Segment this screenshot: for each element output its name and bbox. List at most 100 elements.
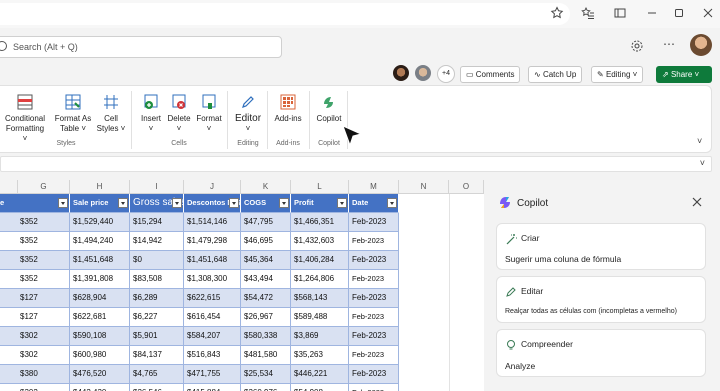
minimize-icon[interactable]	[644, 6, 660, 22]
table-cell[interactable]: $127	[0, 289, 70, 308]
close-icon[interactable]	[700, 6, 716, 22]
comments-button[interactable]: ▭ Comments	[460, 66, 521, 83]
table-cell[interactable]: $568,143	[291, 289, 349, 308]
table-cell[interactable]: $1,494,240	[70, 232, 130, 251]
table-cell[interactable]: $590,108	[70, 327, 130, 346]
table-header-cell[interactable]: Descontos M Sales	[184, 194, 241, 213]
address-bar[interactable]	[0, 3, 570, 25]
table-cell[interactable]: $46,695	[241, 232, 291, 251]
table-cell[interactable]: $1,406,284	[291, 251, 349, 270]
filter-dropdown-icon[interactable]	[118, 198, 128, 208]
insert-cells-button[interactable]: Insert ˅	[137, 94, 165, 134]
table-cell[interactable]: $4,765	[130, 365, 184, 384]
table-cell[interactable]: $26,546	[130, 384, 184, 391]
filter-dropdown-icon[interactable]	[279, 198, 289, 208]
table-cell[interactable]: $0	[130, 251, 184, 270]
formula-bar[interactable]: ˅	[0, 156, 712, 172]
collaborator-avatar[interactable]	[393, 65, 409, 81]
column-header[interactable]: M	[349, 180, 399, 194]
table-cell[interactable]: $622,615	[184, 289, 241, 308]
copilot-ribbon-button[interactable]: Copilot	[313, 94, 345, 124]
table-cell[interactable]: $26,967	[241, 308, 291, 327]
table-cell[interactable]: $54,472	[241, 289, 291, 308]
format-as-table-button[interactable]: Format As Table ˅	[53, 94, 93, 134]
table-cell[interactable]: $352	[0, 213, 70, 232]
table-cell[interactable]: $47,795	[241, 213, 291, 232]
close-pane-icon[interactable]	[691, 195, 703, 207]
table-cell[interactable]: $516,843	[184, 346, 241, 365]
user-avatar[interactable]	[690, 34, 712, 56]
table-cell[interactable]: $616,454	[184, 308, 241, 327]
table-cell[interactable]: Feb-2023	[349, 308, 399, 327]
table-cell[interactable]: $45,364	[241, 251, 291, 270]
column-header[interactable]: H	[70, 180, 130, 194]
editing-mode-button[interactable]: ✎ Editing ˅	[591, 66, 644, 83]
table-cell[interactable]: $380	[0, 365, 70, 384]
spreadsheet-grid[interactable]: G H I J K L M N O e Sale price Gross sales…	[0, 180, 484, 391]
column-header[interactable]: I	[130, 180, 184, 194]
filter-dropdown-icon[interactable]	[387, 198, 397, 208]
table-cell[interactable]: $1,466,351	[291, 213, 349, 232]
editor-button[interactable]: Editor ˅	[233, 94, 263, 134]
table-header-cell[interactable]: Profit	[291, 194, 349, 213]
delete-cells-button[interactable]: Delete ˅	[165, 94, 193, 134]
table-cell[interactable]: $481,580	[241, 346, 291, 365]
table-header-cell[interactable]: COGS	[241, 194, 291, 213]
collaborator-avatar[interactable]	[415, 65, 431, 81]
table-cell[interactable]: $127	[0, 308, 70, 327]
catch-up-button[interactable]: ∿ Catch Up	[528, 66, 583, 83]
table-cell[interactable]: $415,884	[184, 384, 241, 391]
table-header-cell[interactable]: Gross sales	[130, 194, 184, 213]
table-cell[interactable]: $580,338	[241, 327, 291, 346]
table-cell[interactable]: $352	[0, 270, 70, 289]
table-cell[interactable]: $1,479,298	[184, 232, 241, 251]
table-cell[interactable]: $302	[0, 327, 70, 346]
table-cell[interactable]: $84,137	[130, 346, 184, 365]
favorites-list-icon[interactable]	[580, 6, 596, 22]
table-cell[interactable]: $622,681	[70, 308, 130, 327]
table-cell[interactable]: Feb-2023	[349, 365, 399, 384]
column-header[interactable]	[0, 180, 18, 194]
table-cell[interactable]: Feb-2023	[349, 251, 399, 270]
table-cell[interactable]: $302	[0, 384, 70, 391]
column-header[interactable]: J	[184, 180, 241, 194]
more-collaborators-badge[interactable]: +4	[437, 65, 455, 83]
table-cell[interactable]: $5,901	[130, 327, 184, 346]
ribbon-collapse-chevron-icon[interactable]: ˅	[697, 136, 702, 146]
table-cell[interactable]: $360,976	[241, 384, 291, 391]
expand-formula-bar-icon[interactable]: ˅	[700, 158, 705, 168]
add-ins-button[interactable]: Add-ins	[271, 94, 305, 124]
table-cell[interactable]: $1,391,808	[70, 270, 130, 289]
format-cells-button[interactable]: Format ˅	[193, 94, 225, 134]
favorite-star-icon[interactable]	[549, 6, 565, 22]
table-cell[interactable]: $1,432,603	[291, 232, 349, 251]
table-cell[interactable]: $476,520	[70, 365, 130, 384]
table-cell[interactable]: Feb-2023	[349, 346, 399, 365]
table-cell[interactable]: $352	[0, 232, 70, 251]
table-cell[interactable]: $54,908	[291, 384, 349, 391]
cell-styles-button[interactable]: Cell Styles ˅	[95, 94, 127, 134]
filter-dropdown-icon[interactable]	[58, 198, 68, 208]
tab-actions-icon[interactable]	[612, 6, 628, 22]
filter-dropdown-icon[interactable]	[337, 198, 347, 208]
column-header[interactable]: L	[291, 180, 349, 194]
table-cell[interactable]: $83,508	[130, 270, 184, 289]
conditional-formatting-button[interactable]: Conditional Formatting ˅	[3, 94, 47, 144]
column-header[interactable]: G	[18, 180, 70, 194]
more-options-icon[interactable]: ⋯	[663, 37, 675, 51]
table-cell[interactable]: $471,755	[184, 365, 241, 384]
table-cell[interactable]: $1,514,146	[184, 213, 241, 232]
column-header[interactable]: K	[241, 180, 291, 194]
table-cell[interactable]: $589,488	[291, 308, 349, 327]
filter-dropdown-icon[interactable]	[229, 198, 239, 208]
table-cell[interactable]: $1,264,806	[291, 270, 349, 289]
copilot-card-understand[interactable]: Compreender Analyze	[496, 329, 706, 377]
table-cell[interactable]: Feb-2023	[349, 270, 399, 289]
table-cell[interactable]: Feb-2023	[349, 213, 399, 232]
maximize-icon[interactable]	[671, 6, 687, 22]
table-cell[interactable]: $15,294	[130, 213, 184, 232]
table-cell[interactable]: $43,494	[241, 270, 291, 289]
table-cell[interactable]: $1,308,300	[184, 270, 241, 289]
copilot-card-edit[interactable]: Editar Realçar todas as células com (inc…	[496, 276, 706, 323]
column-header[interactable]: N	[399, 180, 449, 194]
